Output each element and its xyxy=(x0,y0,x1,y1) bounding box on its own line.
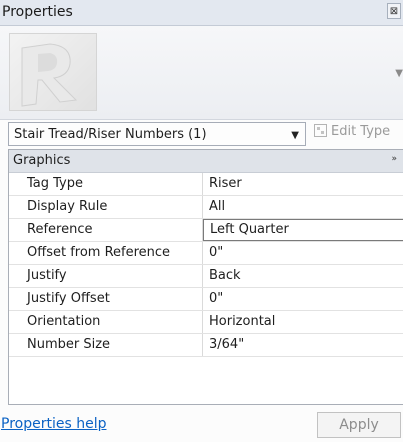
property-value[interactable]: Horizontal xyxy=(203,311,403,333)
palette-footer: Properties help Apply xyxy=(0,406,403,442)
property-value[interactable]: Back xyxy=(203,265,403,287)
properties-grid: Graphics » Tag Type Riser Display Rule A… xyxy=(8,149,403,405)
property-rows: Tag Type Riser Display Rule All Referenc… xyxy=(9,173,403,357)
property-value[interactable]: All xyxy=(203,196,403,218)
property-value[interactable]: 0" xyxy=(203,242,403,264)
property-name: Offset from Reference xyxy=(9,242,203,264)
type-selector-value: Stair Tread/Riser Numbers (1) xyxy=(14,127,207,142)
property-value[interactable]: Riser xyxy=(203,173,403,195)
chevron-down-icon: ▼ xyxy=(291,130,299,141)
edit-type-button[interactable]: Edit Type xyxy=(314,124,390,139)
property-name: Orientation xyxy=(9,311,203,333)
property-name: Justify Offset xyxy=(9,288,203,310)
close-icon[interactable]: ⊠ xyxy=(387,3,401,19)
collapse-icon[interactable]: » xyxy=(391,154,397,164)
property-name: Number Size xyxy=(9,334,203,356)
property-row-orientation: Orientation Horizontal xyxy=(9,311,403,334)
property-row-display-rule: Display Rule All xyxy=(9,196,403,219)
preview-dropdown-arrow[interactable]: ▼ xyxy=(395,68,403,79)
property-value[interactable]: 3/64" xyxy=(203,334,403,356)
property-name: Tag Type xyxy=(9,173,203,195)
property-value-field[interactable]: Left Quarter xyxy=(203,219,403,241)
group-header-graphics[interactable]: Graphics » xyxy=(9,150,403,173)
edit-type-label: Edit Type xyxy=(331,124,391,139)
property-name: Justify xyxy=(9,265,203,287)
property-row-number-size: Number Size 3/64" xyxy=(9,334,403,357)
property-row-reference: Reference Left Quarter xyxy=(9,219,403,242)
property-name: Display Rule xyxy=(9,196,203,218)
type-selector[interactable]: Stair Tread/Riser Numbers (1) ▼ xyxy=(8,122,306,146)
property-row-justify: Justify Back xyxy=(9,265,403,288)
properties-help-link[interactable]: Properties help xyxy=(1,416,106,432)
group-label: Graphics xyxy=(13,153,71,168)
palette-title: Properties xyxy=(2,4,73,20)
revit-logo-icon xyxy=(9,33,97,111)
property-value[interactable]: 0" xyxy=(203,288,403,310)
edit-type-icon xyxy=(314,124,327,137)
apply-button[interactable]: Apply xyxy=(317,412,401,438)
property-row-justify-offset: Justify Offset 0" xyxy=(9,288,403,311)
property-row-tag-type: Tag Type Riser xyxy=(9,173,403,196)
property-row-offset-from-reference: Offset from Reference 0" xyxy=(9,242,403,265)
properties-palette: Properties ⊠ ▼ Stair Tread/Riser Numbers… xyxy=(0,0,403,442)
title-bar[interactable]: Properties ⊠ xyxy=(0,0,403,26)
property-name: Reference xyxy=(9,219,203,241)
type-preview: ▼ xyxy=(0,26,403,120)
type-selector-row: Stair Tread/Riser Numbers (1) ▼ Edit Typ… xyxy=(0,120,403,148)
